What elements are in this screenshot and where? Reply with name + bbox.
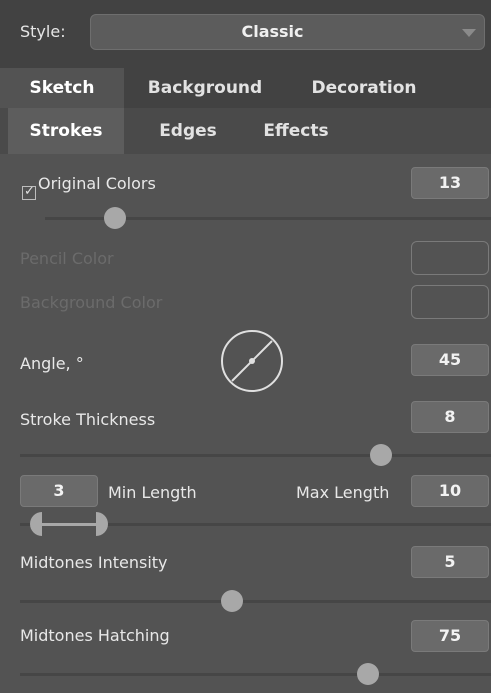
style-selected-value: Classic [241, 22, 304, 41]
stroke-thickness-value[interactable]: 8 [411, 401, 489, 433]
midtones-intensity-value[interactable]: 5 [411, 546, 489, 578]
chevron-down-icon [462, 29, 476, 37]
tab-effects[interactable]: Effects [244, 108, 348, 154]
original-colors-label: Original Colors [38, 174, 156, 193]
style-row: Style: Classic [0, 0, 491, 68]
background-color-swatch[interactable] [411, 285, 489, 319]
original-colors-value[interactable]: 13 [411, 167, 489, 199]
original-colors-slider-handle[interactable] [104, 207, 126, 229]
midtones-intensity-slider-handle[interactable] [221, 590, 243, 612]
checkmark-icon: ✓ [24, 184, 35, 199]
min-length-label: Min Length [108, 483, 197, 502]
pencil-color-label: Pencil Color [20, 249, 114, 268]
angle-value[interactable]: 45 [411, 344, 489, 376]
stroke-thickness-label: Stroke Thickness [20, 410, 156, 429]
background-color-label: Background Color [20, 293, 163, 312]
tab-strokes[interactable]: Strokes [8, 108, 124, 154]
min-length-handle[interactable] [30, 512, 42, 536]
original-colors-checkbox[interactable]: ✓ [22, 184, 36, 200]
main-tabs: Sketch Background Decoration [0, 68, 491, 108]
max-length-handle[interactable] [96, 512, 108, 536]
pencil-color-swatch[interactable] [411, 241, 489, 275]
tab-edges[interactable]: Edges [136, 108, 240, 154]
tab-sketch[interactable]: Sketch [0, 68, 124, 108]
length-range-fill [36, 523, 100, 526]
midtones-hatching-slider-track[interactable] [20, 673, 491, 676]
midtones-hatching-label: Midtones Hatching [20, 626, 170, 645]
min-length-value[interactable]: 3 [20, 475, 98, 507]
angle-dial-icon[interactable] [220, 329, 284, 393]
max-length-label: Max Length [296, 483, 390, 502]
angle-label: Angle, ° [20, 354, 84, 373]
style-dropdown[interactable]: Classic [90, 14, 485, 50]
stroke-thickness-slider-track[interactable] [20, 454, 491, 457]
max-length-value[interactable]: 10 [411, 475, 489, 507]
sketch-settings-panel: Style: Classic Sketch Background Decorat… [0, 0, 491, 693]
tab-decoration[interactable]: Decoration [294, 68, 434, 108]
tab-background[interactable]: Background [128, 68, 282, 108]
midtones-hatching-value[interactable]: 75 [411, 620, 489, 652]
style-label: Style: [20, 22, 66, 41]
midtones-intensity-slider-track[interactable] [20, 600, 491, 603]
sub-tabs: Strokes Edges Effects [0, 108, 491, 154]
midtones-hatching-slider-handle[interactable] [357, 663, 379, 685]
stroke-thickness-slider-handle[interactable] [370, 444, 392, 466]
midtones-intensity-label: Midtones Intensity [20, 553, 168, 572]
